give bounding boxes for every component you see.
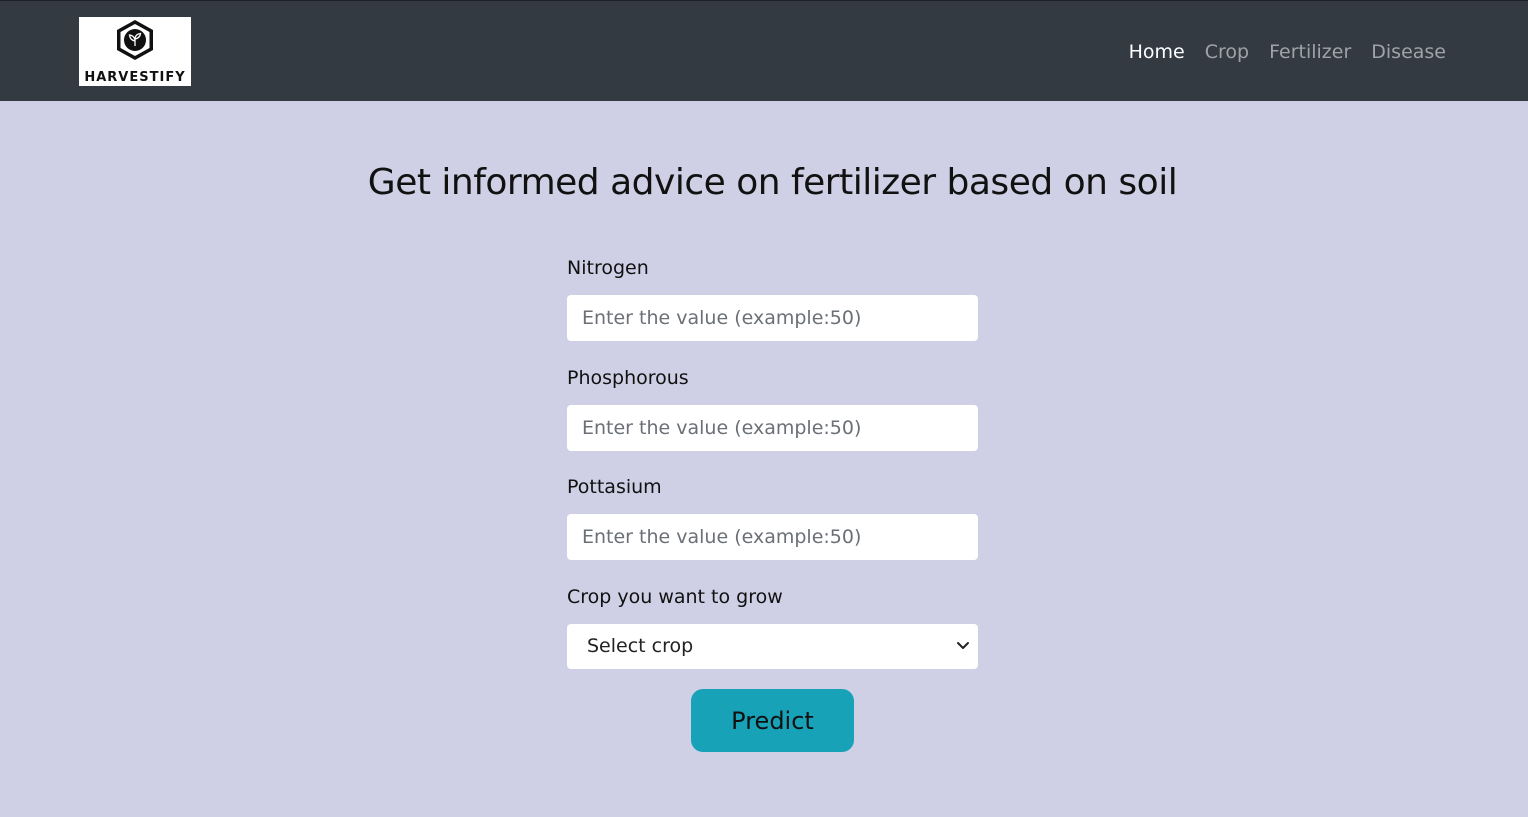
phosphorous-input[interactable]	[567, 404, 978, 451]
pottasium-input[interactable]	[567, 514, 978, 560]
nitrogen-group: Nitrogen	[567, 255, 978, 365]
nav-home[interactable]: Home	[1119, 39, 1195, 65]
crop-label: Crop you want to grow	[567, 585, 783, 608]
nitrogen-input[interactable]	[567, 295, 978, 341]
navbar: HARVESTIFY Home Crop Fertilizer Disease	[0, 0, 1528, 101]
crop-group: Crop you want to grow Select crop	[567, 584, 978, 694]
page-title: Get informed advice on fertilizer based …	[367, 162, 1178, 203]
sprout-hexagon-logo-icon	[117, 20, 153, 60]
phosphorous-label: Phosphorous	[567, 366, 689, 389]
predict-button[interactable]: Predict	[691, 689, 854, 752]
phosphorous-group: Phosphorous	[567, 365, 978, 475]
nav-fertilizer[interactable]: Fertilizer	[1259, 39, 1361, 65]
brand-name: HARVESTIFY	[84, 70, 186, 85]
crop-select-value: Select crop	[587, 634, 694, 657]
fertilizer-form: Nitrogen Phosphorous Pottasium Crop you …	[567, 255, 978, 693]
pottasium-label: Pottasium	[567, 476, 662, 498]
crop-select[interactable]: Select crop	[567, 623, 978, 669]
nitrogen-label: Nitrogen	[567, 257, 649, 279]
nav-disease[interactable]: Disease	[1361, 39, 1456, 65]
brand-logo[interactable]: HARVESTIFY	[79, 17, 191, 86]
chevron-down-icon	[957, 641, 969, 649]
nav-links: Home Crop Fertilizer Disease	[1119, 39, 1456, 65]
nav-crop[interactable]: Crop	[1195, 39, 1259, 65]
pottasium-group: Pottasium	[567, 474, 978, 584]
